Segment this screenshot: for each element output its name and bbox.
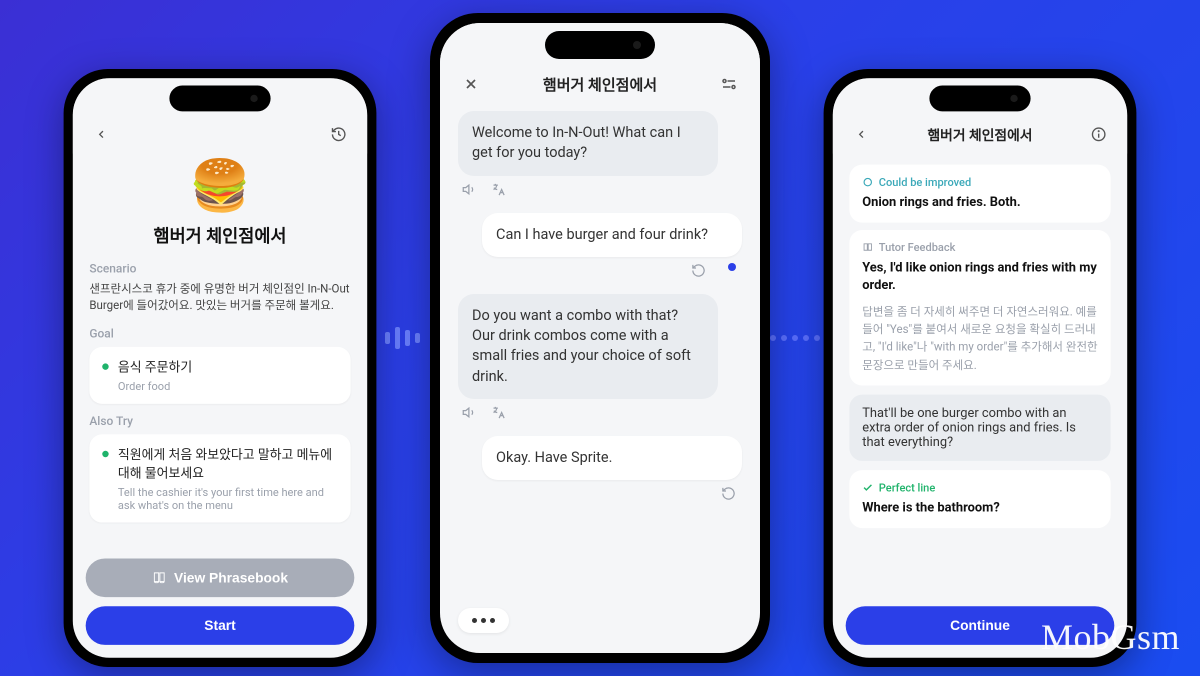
connection-dots-decoration: [770, 335, 820, 341]
audio-wave-decoration: [385, 327, 420, 349]
start-label: Start: [204, 618, 235, 634]
scenario-text: 샌프란시스코 휴가 중에 유명한 버거 체인점인 In-N-Out Burger…: [89, 282, 350, 315]
tutor-label: Tutor Feedback: [862, 241, 1098, 254]
phrasebook-button[interactable]: View Phrasebook: [86, 558, 355, 597]
circle-icon: [862, 177, 873, 188]
translate-icon[interactable]: [491, 405, 506, 420]
settings-icon[interactable]: [718, 73, 740, 95]
retry-icon[interactable]: [691, 263, 706, 278]
watermark: MobGsm: [1041, 616, 1180, 658]
goal-en: Order food: [118, 380, 192, 393]
start-button[interactable]: Start: [86, 606, 355, 645]
close-icon[interactable]: [460, 73, 482, 95]
improve-text: Onion rings and fries. Both.: [862, 194, 1098, 211]
phone-chat: 햄버거 체인점에서 Welcome to In-N-Out! What can …: [430, 13, 770, 663]
message-actions: [462, 182, 738, 197]
bot-reply: That'll be one burger combo with an extr…: [849, 395, 1110, 461]
book-icon: [152, 570, 167, 585]
bot-message: Welcome to In-N-Out! What can I get for …: [458, 111, 718, 176]
history-icon[interactable]: [329, 124, 349, 144]
bullet-dot: [102, 451, 108, 457]
book-icon: [862, 242, 873, 253]
feedback-card-improve: Could be improved Onion rings and fries.…: [849, 165, 1110, 223]
phrasebook-label: View Phrasebook: [174, 570, 288, 586]
feedback-card-tutor: Tutor Feedback Yes, I'd like onion rings…: [849, 230, 1110, 386]
retry-icon[interactable]: [721, 486, 736, 501]
scenario-title: 햄버거 체인점에서: [89, 223, 350, 248]
back-icon[interactable]: [91, 124, 111, 144]
tutor-text: Yes, I'd like onion rings and fries with…: [862, 259, 1098, 294]
improve-label: Could be improved: [862, 176, 1098, 189]
translate-icon[interactable]: [491, 182, 506, 197]
perfect-label: Perfect line: [862, 481, 1098, 494]
message-actions: [462, 486, 736, 501]
phone-notch: [929, 86, 1030, 112]
bullet-dot: [102, 364, 108, 370]
user-message: Can I have burger and four drink?: [482, 213, 742, 257]
also-try-label: Also Try: [89, 415, 350, 429]
user-message: Okay. Have Sprite.: [482, 436, 742, 480]
goal-card: 음식 주문하기 Order food: [89, 347, 350, 404]
info-icon[interactable]: [1089, 124, 1109, 144]
phone-notch: [545, 31, 655, 59]
tutor-explanation: 답변을 좀 더 자세히 써주면 더 자연스러워요. 예를 들어 "Yes"를 붙…: [862, 303, 1098, 374]
chat-title: 햄버거 체인점에서: [543, 74, 657, 95]
continue-label: Continue: [950, 618, 1010, 634]
goal-ko: 음식 주문하기: [118, 358, 192, 376]
goal-label: Goal: [89, 328, 350, 342]
also-try-ko: 직원에게 처음 와보았다고 말하고 메뉴에 대해 물어보세요: [118, 446, 338, 483]
phone-notch: [169, 86, 270, 112]
phone-feedback: 햄버거 체인점에서 Could be improved Onion rings …: [824, 69, 1137, 667]
also-try-en: Tell the cashier it's your first time he…: [118, 486, 338, 512]
feedback-title: 햄버거 체인점에서: [927, 125, 1032, 144]
speaker-icon[interactable]: [462, 405, 477, 420]
message-actions: [462, 263, 736, 278]
scenario-label: Scenario: [89, 262, 350, 276]
typing-indicator[interactable]: [458, 608, 509, 633]
feedback-dot[interactable]: [728, 263, 736, 271]
phone-scenario: 🍔 햄버거 체인점에서 Scenario 샌프란시스코 휴가 중에 유명한 버거…: [64, 69, 377, 667]
check-icon: [862, 482, 873, 493]
burger-emoji: 🍔: [89, 157, 350, 215]
message-actions: [462, 405, 738, 420]
also-try-card: 직원에게 처음 와보았다고 말하고 메뉴에 대해 물어보세요 Tell the …: [89, 434, 350, 522]
speaker-icon[interactable]: [462, 182, 477, 197]
bot-message: Do you want a combo with that? Our drink…: [458, 294, 718, 399]
perfect-text: Where is the bathroom?: [862, 500, 1098, 517]
feedback-card-perfect: Perfect line Where is the bathroom?: [849, 470, 1110, 528]
back-icon[interactable]: [851, 124, 871, 144]
